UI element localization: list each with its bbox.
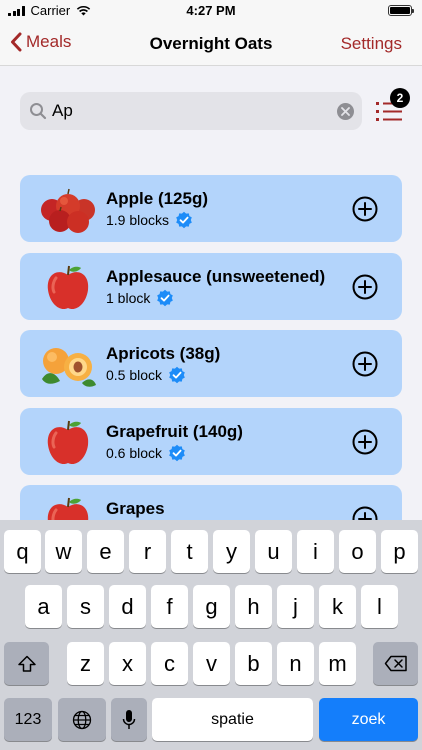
search-key[interactable]: zoek <box>319 698 418 741</box>
food-blocks: 0.5 block <box>106 367 163 383</box>
clear-icon <box>341 107 350 116</box>
verified-badge-icon <box>169 366 185 384</box>
food-item-apple[interactable]: Apple (125g) 1.9 blocks <box>20 175 402 242</box>
key-u[interactable]: u <box>255 530 292 573</box>
clear-search-button[interactable] <box>337 103 354 120</box>
food-item-apricots[interactable]: Apricots (38g) 0.5 block <box>20 330 402 397</box>
back-label: Meals <box>26 32 72 51</box>
verified-badge-icon <box>157 289 174 307</box>
food-list[interactable]: Apple (125g) 1.9 blocks Applesauce (unsw… <box>20 175 402 520</box>
key-r[interactable]: r <box>129 530 166 573</box>
key-p[interactable]: p <box>381 530 418 573</box>
microphone-icon <box>122 709 136 729</box>
apricots-image <box>42 348 96 387</box>
key-d[interactable]: d <box>109 585 146 628</box>
key-e[interactable]: e <box>87 530 124 573</box>
numbers-key[interactable]: 123 <box>4 698 52 741</box>
globe-key[interactable] <box>58 698 106 741</box>
verified-badge-icon <box>169 444 185 462</box>
apple-image <box>47 420 89 465</box>
globe-icon <box>72 710 92 729</box>
status-time: 4:27 PM <box>186 3 236 18</box>
food-name: Applesauce (unsweetened) <box>106 267 326 286</box>
search-bar[interactable] <box>20 92 362 130</box>
key-l[interactable]: l <box>361 585 398 628</box>
key-w[interactable]: w <box>45 530 82 573</box>
plus-circle-icon[interactable] <box>352 274 378 300</box>
food-blocks-row: 0.5 block <box>106 366 186 384</box>
space-key[interactable]: spatie <box>152 698 313 741</box>
food-blocks: 1 block <box>106 290 151 306</box>
microphone-key[interactable] <box>111 698 147 741</box>
delete-icon <box>384 655 407 672</box>
food-name: Grapes <box>106 499 165 518</box>
status-bar: Carrier 4:27 PM <box>0 0 422 22</box>
apple-image <box>47 265 89 310</box>
key-k[interactable]: k <box>319 585 356 628</box>
food-item-grapefruit[interactable]: Grapefruit (140g) 0.6 block <box>20 408 402 475</box>
key-v[interactable]: v <box>193 642 230 685</box>
food-item-grapes[interactable]: Grapes <box>20 485 402 520</box>
selected-count-badge: 2 <box>390 88 410 108</box>
key-s[interactable]: s <box>67 585 104 628</box>
key-y[interactable]: y <box>213 530 250 573</box>
verified-badge-icon <box>176 211 192 229</box>
plus-circle-icon[interactable] <box>352 196 378 222</box>
food-name: Apple (125g) <box>106 189 209 208</box>
plus-circle-icon[interactable] <box>352 429 378 455</box>
food-blocks: 0.6 block <box>106 445 163 461</box>
apple-image <box>47 497 89 520</box>
food-name: Apricots (38g) <box>106 344 221 363</box>
food-name: Grapefruit (140g) <box>106 422 243 441</box>
key-b[interactable]: b <box>235 642 272 685</box>
battery-icon <box>388 5 414 16</box>
selected-list-button[interactable]: 2 <box>374 88 410 126</box>
plus-circle-icon[interactable] <box>352 506 378 520</box>
key-z[interactable]: z <box>67 642 104 685</box>
navigation-bar: Meals Overnight Oats Settings <box>0 22 422 66</box>
key-f[interactable]: f <box>151 585 188 628</box>
search-input[interactable] <box>52 92 322 130</box>
food-blocks-row: 0.6 block <box>106 444 186 462</box>
key-m[interactable]: m <box>319 642 356 685</box>
key-a[interactable]: a <box>25 585 62 628</box>
food-blocks-row: 1.9 blocks <box>106 211 193 229</box>
keyboard: q w e r t y u i o p a s d f g h j k l z … <box>0 520 422 750</box>
food-blocks-row: 1 block <box>106 289 174 307</box>
food-item-applesauce[interactable]: Applesauce (unsweetened) 1 block <box>20 253 402 320</box>
key-c[interactable]: c <box>151 642 188 685</box>
key-j[interactable]: j <box>277 585 314 628</box>
key-o[interactable]: o <box>339 530 376 573</box>
delete-key[interactable] <box>373 642 418 685</box>
magnifier-icon <box>30 103 47 120</box>
settings-button[interactable]: Settings <box>341 34 402 54</box>
key-n[interactable]: n <box>277 642 314 685</box>
key-x[interactable]: x <box>109 642 146 685</box>
shift-key[interactable] <box>4 642 49 685</box>
key-q[interactable]: q <box>4 530 41 573</box>
key-t[interactable]: t <box>171 530 208 573</box>
shift-icon <box>17 655 36 672</box>
chevron-left-icon <box>11 32 22 52</box>
food-blocks: 1.9 blocks <box>106 212 170 228</box>
key-g[interactable]: g <box>193 585 230 628</box>
apples-image <box>41 188 95 233</box>
plus-circle-icon[interactable] <box>352 351 378 377</box>
key-h[interactable]: h <box>235 585 272 628</box>
back-button[interactable]: Meals <box>10 32 71 52</box>
key-i[interactable]: i <box>297 530 334 573</box>
